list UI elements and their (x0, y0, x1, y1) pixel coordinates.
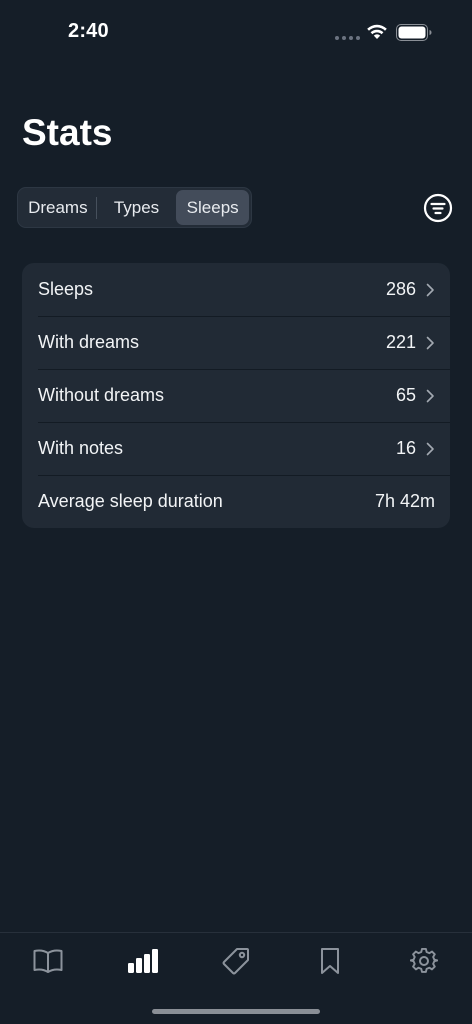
book-icon (33, 949, 63, 973)
filter-icon[interactable] (423, 193, 453, 223)
stat-value: 16 (395, 438, 416, 458)
tab-bookmarks[interactable] (310, 946, 350, 976)
stat-row-with-dreams[interactable]: With dreams 221 (22, 316, 450, 369)
stat-row-average-sleep-duration: Average sleep duration 7h 42m (22, 475, 450, 528)
wifi-icon (367, 24, 387, 39)
segment-dreams[interactable]: Dreams (20, 190, 96, 225)
stat-row-without-dreams[interactable]: Without dreams 65 (22, 369, 450, 422)
chevron-right-icon (426, 336, 434, 349)
stat-label: Without dreams (38, 385, 165, 405)
stat-value: 221 (385, 332, 416, 352)
stat-label: With notes (38, 438, 124, 458)
status-bar: 2:40 (0, 0, 472, 64)
tab-settings[interactable] (404, 946, 444, 976)
chevron-right-icon (426, 389, 434, 402)
bookmark-icon (321, 948, 339, 974)
status-time: 2:40 (68, 20, 109, 42)
stat-label: Sleeps (38, 279, 94, 299)
tab-tags[interactable] (216, 946, 256, 976)
chevron-right-icon (426, 283, 434, 296)
stats-list: Sleeps 286 With dreams 221 Without dream… (22, 263, 450, 528)
cellular-signal-icon (335, 36, 360, 40)
stat-value: 7h 42m (374, 491, 435, 511)
segment-types[interactable]: Types (97, 190, 177, 225)
stat-row-with-notes[interactable]: With notes 16 (22, 422, 450, 475)
stat-value: 286 (385, 279, 416, 299)
chevron-right-icon (426, 442, 434, 455)
tag-icon (222, 948, 249, 975)
stats-screen: 2:40 Stats Dreams Types Sleeps Sleeps 28… (0, 0, 472, 1024)
segmented-control: Dreams Types Sleeps (17, 187, 252, 228)
battery-icon (396, 24, 432, 41)
tab-stats[interactable] (122, 946, 162, 976)
stat-row-sleeps[interactable]: Sleeps 286 (22, 263, 450, 316)
home-indicator (152, 1009, 320, 1014)
page-title: Stats (22, 112, 113, 153)
tab-journal[interactable] (28, 946, 68, 976)
stat-value: 65 (395, 385, 416, 405)
segment-sleeps[interactable]: Sleeps (176, 190, 250, 225)
gear-icon (410, 947, 438, 973)
stat-label: Average sleep duration (38, 491, 223, 511)
chart-bars-icon (128, 949, 158, 973)
stat-label: With dreams (38, 332, 140, 352)
